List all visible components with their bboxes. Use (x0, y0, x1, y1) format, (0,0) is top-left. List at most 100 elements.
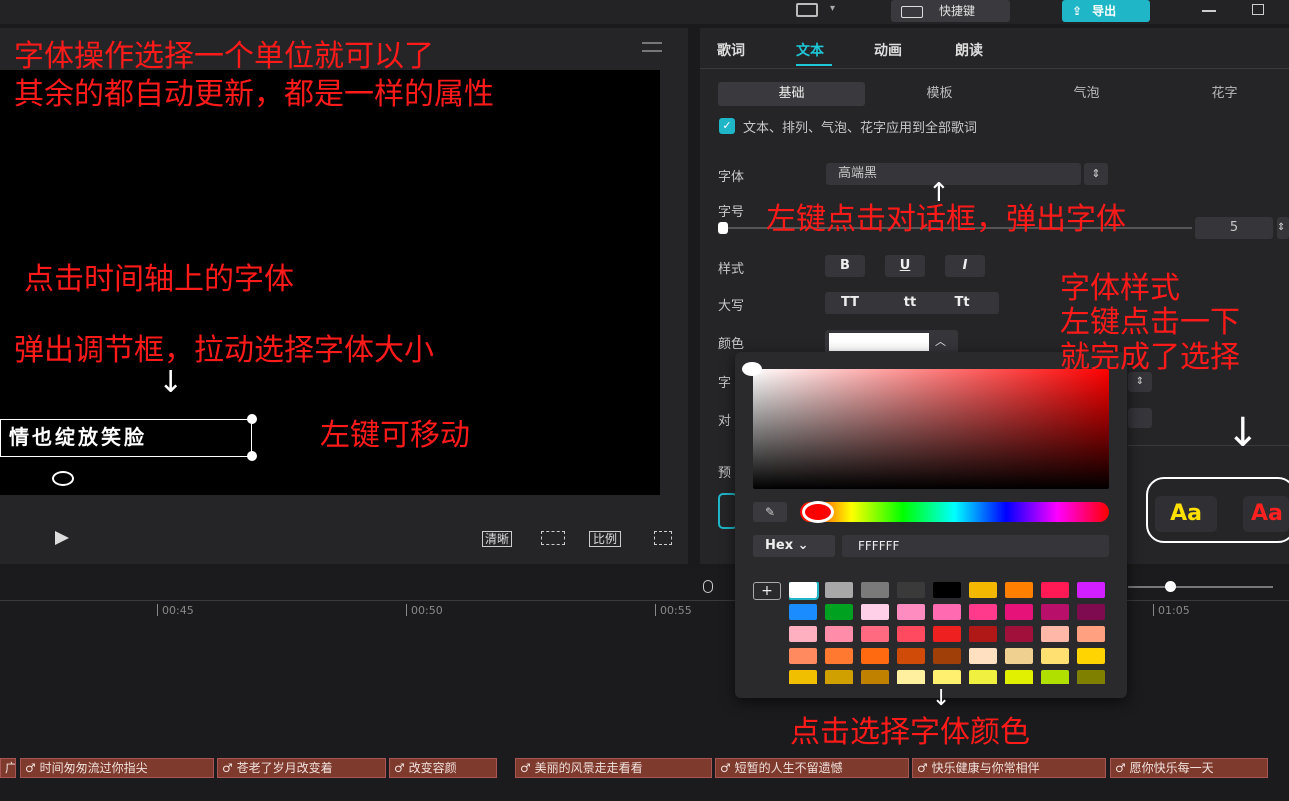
screenshot-icon[interactable] (541, 531, 565, 545)
font-stepper-icon[interactable]: ⇕ (1084, 163, 1108, 185)
size-input[interactable]: 5 (1195, 217, 1273, 239)
hue-thumb[interactable] (802, 501, 834, 523)
align-field[interactable] (1128, 408, 1152, 428)
hex-mode-select[interactable]: Hex ⌄ (753, 535, 835, 557)
lyric-clip[interactable]: ♂ 快乐健康与你常相伴 (912, 758, 1106, 778)
color-swatch[interactable] (933, 604, 961, 620)
color-swatch[interactable] (897, 626, 925, 642)
lyric-text-box[interactable]: 情也绽放笑脸 (0, 419, 252, 457)
uppercase-button[interactable]: TT (830, 292, 870, 314)
maximize-icon[interactable] (1252, 4, 1264, 15)
lyric-clip[interactable]: ♂ 美丽的风景走走看看 (515, 758, 712, 778)
lyric-clip[interactable]: ♂ 改变容颜 (389, 758, 497, 778)
color-swatch[interactable] (861, 648, 889, 664)
hex-input[interactable]: FFFFFF (842, 535, 1109, 557)
italic-button[interactable]: I (945, 255, 985, 277)
color-swatch[interactable] (1041, 626, 1069, 642)
color-swatch[interactable] (933, 626, 961, 642)
size-slider-thumb[interactable] (718, 222, 728, 234)
color-swatch[interactable] (933, 670, 961, 684)
clear-button[interactable]: 清晰 (482, 531, 513, 547)
layout-icon[interactable] (796, 3, 818, 17)
color-swatch[interactable] (1005, 626, 1033, 642)
minimize-icon[interactable] (1202, 10, 1216, 12)
color-swatch[interactable] (1077, 604, 1105, 620)
color-swatch[interactable] (897, 582, 925, 598)
color-swatch[interactable] (861, 582, 889, 598)
color-swatch[interactable] (1077, 626, 1105, 642)
lowercase-button[interactable]: tt (890, 292, 930, 314)
tab-read[interactable]: 朗读 (955, 40, 983, 60)
color-swatch[interactable] (825, 648, 853, 664)
color-swatch[interactable] (789, 648, 817, 664)
play-icon[interactable] (55, 531, 69, 545)
color-swatch[interactable] (897, 670, 925, 684)
subtab-bubble[interactable]: 气泡 (1013, 82, 1160, 106)
color-swatch[interactable] (1005, 648, 1033, 664)
lyric-clip[interactable]: 广 (0, 758, 16, 778)
color-swatch[interactable] (969, 604, 997, 620)
color-swatch[interactable] (969, 582, 997, 598)
apply-all-checkbox[interactable]: ✓ (719, 118, 735, 134)
zoom-slider-thumb[interactable] (1165, 581, 1176, 592)
color-swatch[interactable] (933, 582, 961, 598)
color-swatch[interactable] (897, 648, 925, 664)
tab-animation[interactable]: 动画 (874, 40, 902, 60)
subtab-template[interactable]: 模板 (866, 82, 1013, 106)
color-swatch[interactable] (861, 670, 889, 684)
bold-button[interactable]: B (825, 255, 865, 277)
lyric-clip[interactable]: ♂ 苍老了岁月改变着 (217, 758, 386, 778)
color-swatch[interactable] (825, 626, 853, 642)
menu-icon[interactable] (642, 42, 662, 52)
size-stepper-icon[interactable]: ⇕ (1277, 217, 1289, 239)
chevron-down-icon[interactable]: ▾ (830, 3, 835, 14)
color-swatch[interactable] (933, 648, 961, 664)
resize-handle[interactable] (247, 414, 257, 424)
shortcut-button[interactable]: 快捷键 (891, 0, 1010, 22)
color-swatch[interactable] (1077, 670, 1105, 684)
color-swatch[interactable] (861, 626, 889, 642)
font-select[interactable]: 高端黑 (826, 163, 1081, 185)
color-swatch[interactable] (1041, 582, 1069, 598)
color-swatch[interactable] (897, 604, 925, 620)
lyric-clip[interactable]: ♂ 时间匆匆流过你指尖 (20, 758, 214, 778)
tab-lyrics[interactable]: 歌词 (717, 40, 745, 60)
color-swatch[interactable] (1077, 648, 1105, 664)
subtab-basic[interactable]: 基础 (718, 82, 865, 106)
color-swatch[interactable] (1005, 582, 1033, 598)
color-swatch[interactable] (1041, 670, 1069, 684)
saturation-value-area[interactable] (753, 369, 1109, 489)
color-swatch[interactable] (969, 670, 997, 684)
color-swatch[interactable] (789, 626, 817, 642)
color-swatch[interactable] (969, 626, 997, 642)
subtab-fancy[interactable]: 花字 (1160, 82, 1289, 106)
color-swatch[interactable] (861, 604, 889, 620)
zoom-slider-track[interactable] (1128, 586, 1273, 588)
color-swatch[interactable] (789, 670, 817, 684)
eyedropper-icon[interactable]: ✎ (753, 502, 787, 522)
rotate-icon[interactable] (52, 471, 74, 486)
fullscreen-icon[interactable] (654, 531, 672, 545)
color-swatch[interactable] (1005, 670, 1033, 684)
lyric-clip[interactable]: ♂ 愿你快乐每一天 (1110, 758, 1268, 778)
titlecase-button[interactable]: Tt (942, 292, 982, 314)
color-swatch[interactable] (825, 582, 853, 598)
color-swatch[interactable] (1005, 604, 1033, 620)
color-swatch[interactable] (969, 648, 997, 664)
hue-slider[interactable] (800, 502, 1109, 522)
color-swatch[interactable] (1041, 648, 1069, 664)
microphone-icon[interactable] (703, 580, 713, 593)
color-swatch[interactable] (1041, 604, 1069, 620)
resize-handle[interactable] (247, 451, 257, 461)
color-swatch[interactable] (825, 670, 853, 684)
underline-button[interactable]: U (885, 255, 925, 277)
add-swatch-button[interactable]: + (753, 582, 781, 600)
color-swatch[interactable] (1077, 582, 1105, 598)
lyric-clip[interactable]: ♂ 短暂的人生不留遗憾 (715, 758, 909, 778)
color-swatch[interactable] (789, 582, 819, 600)
color-swatch[interactable] (825, 604, 853, 620)
chevron-up-icon[interactable]: ︿ (935, 333, 946, 349)
tab-text[interactable]: 文本 (796, 40, 824, 60)
export-button[interactable]: ⇪ 导出 (1062, 0, 1150, 22)
stepper-icon[interactable]: ⇕ (1128, 372, 1152, 392)
